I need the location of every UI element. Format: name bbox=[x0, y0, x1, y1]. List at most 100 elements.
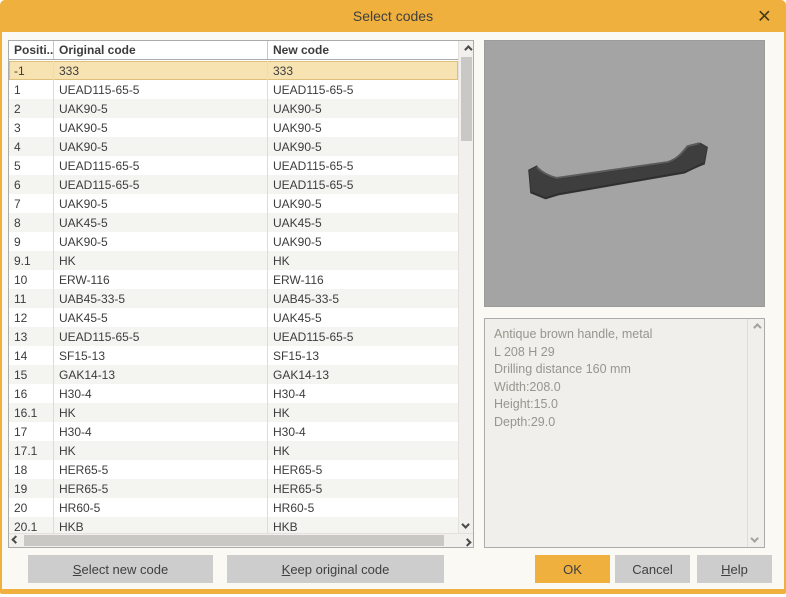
cell-new: UEAD115-65-5 bbox=[268, 175, 458, 194]
table-row[interactable]: 3UAK90-5UAK90-5 bbox=[9, 118, 458, 137]
description-scrollbar[interactable] bbox=[747, 319, 764, 547]
horizontal-scrollbar[interactable] bbox=[9, 533, 473, 547]
cell-pos: 1 bbox=[9, 80, 54, 99]
vertical-scroll-thumb[interactable] bbox=[461, 57, 472, 141]
cell-pos: 5 bbox=[9, 156, 54, 175]
column-header-position[interactable]: Positi... bbox=[9, 41, 54, 59]
scroll-right-icon[interactable] bbox=[458, 534, 473, 548]
cell-orig: HER65-5 bbox=[54, 460, 268, 479]
cell-new: 333 bbox=[268, 61, 458, 80]
scroll-down-icon[interactable] bbox=[748, 533, 764, 547]
table-row[interactable]: 19HER65-5HER65-5 bbox=[9, 479, 458, 498]
table-row[interactable]: 18HER65-5HER65-5 bbox=[9, 460, 458, 479]
cell-pos: 19 bbox=[9, 479, 54, 498]
horizontal-scroll-thumb[interactable] bbox=[24, 535, 444, 546]
table-row[interactable]: 7UAK90-5UAK90-5 bbox=[9, 194, 458, 213]
cell-new: UAK90-5 bbox=[268, 118, 458, 137]
cell-new: UAK90-5 bbox=[268, 99, 458, 118]
cell-new: UEAD115-65-5 bbox=[268, 327, 458, 346]
cell-orig: HK bbox=[54, 403, 268, 422]
scroll-up-icon[interactable] bbox=[459, 41, 474, 55]
vertical-scrollbar[interactable] bbox=[458, 41, 473, 533]
cell-new: H30-4 bbox=[268, 422, 458, 441]
table-row[interactable]: 20.1HKBHKB bbox=[9, 517, 458, 534]
cell-orig: UAK90-5 bbox=[54, 194, 268, 213]
cell-pos: 8 bbox=[9, 213, 54, 232]
table-row[interactable]: 10ERW-116ERW-116 bbox=[9, 270, 458, 289]
cell-pos: 20 bbox=[9, 498, 54, 517]
table-body: -13333331UEAD115-65-5UEAD115-65-52UAK90-… bbox=[9, 61, 458, 534]
cell-orig: 333 bbox=[54, 61, 268, 80]
cell-orig: UAK45-5 bbox=[54, 213, 268, 232]
table-row[interactable]: 9.1HKHK bbox=[9, 251, 458, 270]
description-line: Depth:29.0 bbox=[494, 414, 738, 432]
select-new-code-button[interactable]: Select new code bbox=[28, 555, 213, 583]
table-row[interactable]: 4UAK90-5UAK90-5 bbox=[9, 137, 458, 156]
keep-original-code-button[interactable]: Keep original code bbox=[227, 555, 444, 583]
table-row[interactable]: 17.1HKHK bbox=[9, 441, 458, 460]
scroll-up-icon[interactable] bbox=[748, 319, 764, 333]
cell-new: SF15-13 bbox=[268, 346, 458, 365]
cell-pos: 11 bbox=[9, 289, 54, 308]
table-row[interactable]: 15GAK14-13GAK14-13 bbox=[9, 365, 458, 384]
table-row[interactable]: 13UEAD115-65-5UEAD115-65-5 bbox=[9, 327, 458, 346]
cell-orig: ERW-116 bbox=[54, 270, 268, 289]
cell-pos: 15 bbox=[9, 365, 54, 384]
cell-pos: 10 bbox=[9, 270, 54, 289]
description-line: Antique brown handle, metal bbox=[494, 326, 738, 344]
close-icon[interactable]: × bbox=[758, 5, 771, 28]
table-row[interactable]: 1UEAD115-65-5UEAD115-65-5 bbox=[9, 80, 458, 99]
scroll-left-icon[interactable] bbox=[9, 534, 24, 548]
table-row[interactable]: 14SF15-13SF15-13 bbox=[9, 346, 458, 365]
cell-orig: UEAD115-65-5 bbox=[54, 80, 268, 99]
cell-orig: UAK45-5 bbox=[54, 308, 268, 327]
table-row[interactable]: 16.1HKHK bbox=[9, 403, 458, 422]
cell-pos: 4 bbox=[9, 137, 54, 156]
cell-orig: H30-4 bbox=[54, 384, 268, 403]
cell-new: UAK90-5 bbox=[268, 232, 458, 251]
preview-viewport[interactable] bbox=[484, 40, 765, 307]
cell-orig: UAK90-5 bbox=[54, 118, 268, 137]
cell-new: HKB bbox=[268, 517, 458, 534]
column-header-original-code[interactable]: Original code bbox=[54, 41, 268, 59]
cell-pos: 17 bbox=[9, 422, 54, 441]
table-row[interactable]: 2UAK90-5UAK90-5 bbox=[9, 99, 458, 118]
dialog-titlebar[interactable]: Select codes × bbox=[0, 0, 786, 32]
cell-pos: 12 bbox=[9, 308, 54, 327]
table-row[interactable]: 6UEAD115-65-5UEAD115-65-5 bbox=[9, 175, 458, 194]
table-row[interactable]: 16H30-4H30-4 bbox=[9, 384, 458, 403]
cell-new: UEAD115-65-5 bbox=[268, 80, 458, 99]
cell-orig: UAK90-5 bbox=[54, 137, 268, 156]
help-button[interactable]: Help bbox=[697, 555, 772, 583]
table-row[interactable]: 12UAK45-5UAK45-5 bbox=[9, 308, 458, 327]
cell-pos: -1 bbox=[9, 61, 54, 80]
cell-pos: 3 bbox=[9, 118, 54, 137]
cell-new: GAK14-13 bbox=[268, 365, 458, 384]
table-row[interactable]: -1333333 bbox=[9, 61, 458, 80]
table-row[interactable]: 17H30-4H30-4 bbox=[9, 422, 458, 441]
cell-new: UEAD115-65-5 bbox=[268, 156, 458, 175]
cell-new: HER65-5 bbox=[268, 479, 458, 498]
cell-pos: 16.1 bbox=[9, 403, 54, 422]
cell-orig: H30-4 bbox=[54, 422, 268, 441]
scroll-down-icon[interactable] bbox=[459, 519, 474, 533]
cell-new: HK bbox=[268, 403, 458, 422]
table-row[interactable]: 11UAB45-33-5UAB45-33-5 bbox=[9, 289, 458, 308]
cell-pos: 2 bbox=[9, 99, 54, 118]
table-row[interactable]: 20HR60-5HR60-5 bbox=[9, 498, 458, 517]
column-header-new-code[interactable]: New code bbox=[268, 41, 458, 59]
handle-3d-image bbox=[485, 41, 764, 306]
table-row[interactable]: 8UAK45-5UAK45-5 bbox=[9, 213, 458, 232]
cell-new: HK bbox=[268, 441, 458, 460]
table-row[interactable]: 9UAK90-5UAK90-5 bbox=[9, 232, 458, 251]
ok-button[interactable]: OK bbox=[535, 555, 610, 583]
table-row[interactable]: 5UEAD115-65-5UEAD115-65-5 bbox=[9, 156, 458, 175]
cell-new: UAK90-5 bbox=[268, 137, 458, 156]
cancel-button[interactable]: Cancel bbox=[615, 555, 690, 583]
cell-orig: UAK90-5 bbox=[54, 232, 268, 251]
cell-pos: 14 bbox=[9, 346, 54, 365]
cell-orig: HK bbox=[54, 441, 268, 460]
cell-orig: HR60-5 bbox=[54, 498, 268, 517]
cell-pos: 16 bbox=[9, 384, 54, 403]
cell-pos: 7 bbox=[9, 194, 54, 213]
